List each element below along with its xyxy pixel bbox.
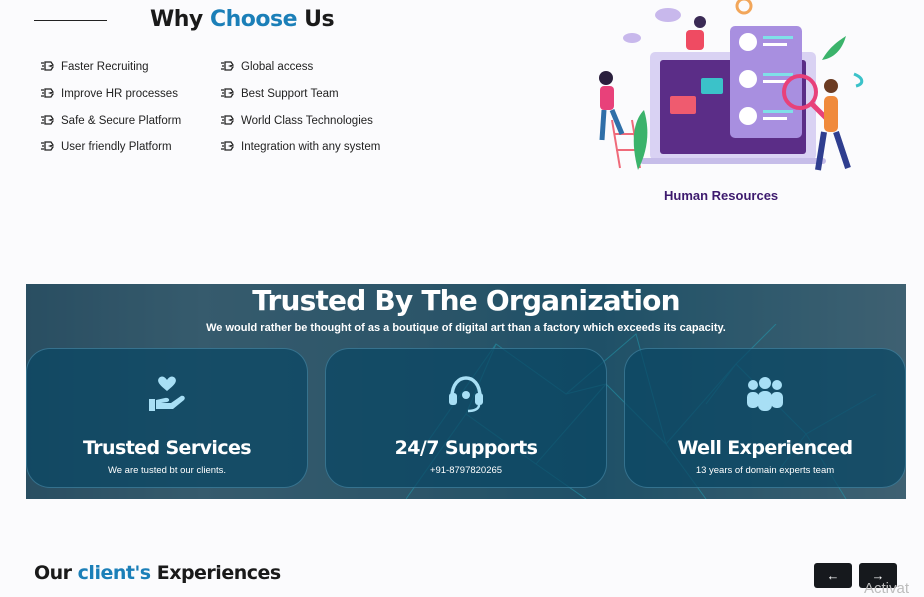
feature-item: Improve HR processes	[40, 88, 178, 100]
leaf-shape	[822, 36, 846, 60]
page: Why Choose Us Faster Recruiting Improve …	[0, 0, 924, 597]
card-247-supports: 24/7 Supports +91-8797820265	[325, 348, 607, 488]
card-title: 24/7 Supports	[394, 437, 538, 459]
feature-label: Global access	[241, 61, 314, 73]
feature-label: User friendly Platform	[61, 141, 172, 153]
title-accent: Choose	[209, 7, 298, 32]
feature-item: World Class Technologies	[220, 115, 373, 127]
feature-label: Faster Recruiting	[61, 61, 149, 73]
card-title: Well Experienced	[677, 437, 854, 459]
title-accent: client's	[77, 562, 151, 584]
headset-icon	[449, 376, 483, 413]
users-group-icon	[747, 377, 783, 411]
title-prefix: Why	[150, 7, 210, 32]
feature-label: Improve HR processes	[61, 88, 178, 100]
clients-section-title: Our client's Experiences	[34, 562, 281, 584]
feature-item: Global access	[220, 61, 313, 73]
person-figure	[686, 30, 704, 50]
speed-arrow-icon	[41, 115, 54, 125]
hr-illustration	[599, 0, 864, 171]
carousel-prev-button[interactable]: ←	[814, 563, 852, 588]
title-prefix: Our	[34, 562, 78, 584]
card-text: +91-8797820265	[429, 465, 503, 476]
chat-bubble-red	[670, 96, 696, 114]
laptop-base	[640, 158, 826, 164]
profile-avatar	[739, 33, 757, 51]
speed-arrow-icon	[221, 115, 234, 125]
speed-arrow-icon	[41, 61, 54, 71]
profile-avatar	[739, 107, 757, 125]
profile-avatar	[739, 70, 757, 88]
banner-title: Trusted By The Organization	[252, 284, 680, 317]
cloud-shape	[623, 33, 641, 43]
person-figure	[600, 86, 614, 110]
feature-label: Integration with any system	[241, 141, 381, 153]
speed-arrow-icon	[41, 88, 54, 98]
banner-subtitle: We would rather be thought of as a bouti…	[206, 322, 726, 334]
card-text: 13 years of domain experts team	[695, 465, 835, 476]
speed-arrow-icon	[221, 61, 234, 71]
feature-item: Faster Recruiting	[40, 61, 149, 73]
feature-item: Integration with any system	[220, 141, 380, 153]
feature-label: Safe & Secure Platform	[61, 115, 182, 127]
ring-shape	[735, 0, 753, 15]
hand-heart-icon	[149, 376, 185, 411]
card-title: Trusted Services	[83, 437, 252, 459]
trusted-banner: Trusted By The Organization We would rat…	[26, 284, 906, 499]
speed-arrow-icon	[221, 141, 234, 151]
chat-bubble-teal	[701, 78, 723, 94]
title-suffix: Us	[297, 7, 335, 32]
speed-arrow-icon	[41, 141, 54, 151]
feature-item: Best Support Team	[220, 88, 339, 100]
feature-item: User friendly Platform	[40, 141, 172, 153]
speed-arrow-icon	[221, 88, 234, 98]
feature-label: Best Support Team	[241, 88, 339, 100]
cloud-shape	[655, 8, 681, 22]
activation-watermark: Activat	[864, 580, 910, 597]
card-well-experienced: Well Experienced 13 years of domain expe…	[624, 348, 906, 488]
arrow-left-icon: ←	[826, 568, 840, 583]
feature-item: Safe & Secure Platform	[40, 115, 181, 127]
person-figure	[824, 96, 838, 132]
why-choose-us-title: Why Choose Us	[150, 7, 335, 32]
title-divider	[34, 20, 107, 21]
illustration-caption: Human Resources	[664, 188, 779, 203]
card-trusted-services: Trusted Services We are tusted bt our cl…	[26, 348, 308, 488]
card-text: We are tusted bt our clients.	[107, 465, 227, 476]
title-suffix: Experiences	[150, 562, 281, 584]
feature-label: World Class Technologies	[241, 115, 373, 127]
